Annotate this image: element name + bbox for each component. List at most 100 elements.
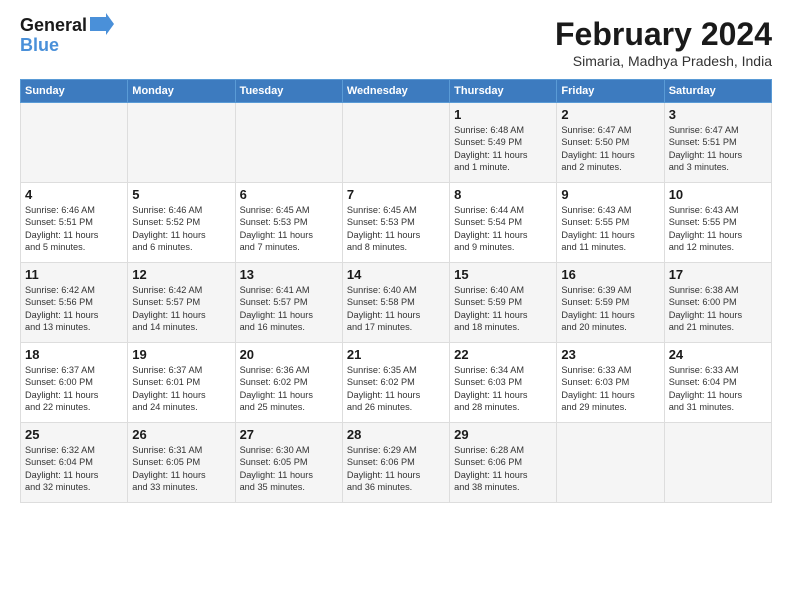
day-cell: 4 Sunrise: 6:46 AM Sunset: 5:51 PM Daylig… xyxy=(21,183,128,263)
day-cell: 20 Sunrise: 6:36 AM Sunset: 6:02 PM Dayli… xyxy=(235,343,342,423)
day-cell: 18 Sunrise: 6:37 AM Sunset: 6:00 PM Dayli… xyxy=(21,343,128,423)
day-info: Sunrise: 6:37 AM Sunset: 6:00 PM Dayligh… xyxy=(25,364,123,414)
day-number: 11 xyxy=(25,267,123,282)
day-info: Sunrise: 6:45 AM Sunset: 5:53 PM Dayligh… xyxy=(240,204,338,254)
logo-icon xyxy=(90,13,114,35)
day-cell: 9Sunrise: 6:43 AM Sunset: 5:55 PM Daylig… xyxy=(557,183,664,263)
day-info: Sunrise: 6:42 AM Sunset: 5:57 PM Dayligh… xyxy=(132,284,230,334)
day-cell xyxy=(235,103,342,183)
col-header-monday: Monday xyxy=(128,80,235,103)
day-info: Sunrise: 6:44 AM Sunset: 5:54 PM Dayligh… xyxy=(454,204,552,254)
day-info: Sunrise: 6:43 AM Sunset: 5:55 PM Dayligh… xyxy=(669,204,767,254)
day-info: Sunrise: 6:42 AM Sunset: 5:56 PM Dayligh… xyxy=(25,284,123,334)
day-cell: 7 Sunrise: 6:45 AM Sunset: 5:53 PM Daylig… xyxy=(342,183,449,263)
day-number: 8 xyxy=(454,187,552,202)
day-info: Sunrise: 6:47 AM Sunset: 5:51 PM Dayligh… xyxy=(669,124,767,174)
day-info: Sunrise: 6:40 AM Sunset: 5:58 PM Dayligh… xyxy=(347,284,445,334)
day-number: 16 xyxy=(561,267,659,282)
day-cell: 29 Sunrise: 6:28 AM Sunset: 6:06 PM Dayli… xyxy=(450,423,557,503)
day-info: Sunrise: 6:40 AM Sunset: 5:59 PM Dayligh… xyxy=(454,284,552,334)
day-number: 23 xyxy=(561,347,659,362)
day-number: 10 xyxy=(669,187,767,202)
week-row-1: 1 Sunrise: 6:48 AM Sunset: 5:49 PM Daylig… xyxy=(21,103,772,183)
day-info: Sunrise: 6:45 AM Sunset: 5:53 PM Dayligh… xyxy=(347,204,445,254)
day-number: 27 xyxy=(240,427,338,442)
day-cell: 28 Sunrise: 6:29 AM Sunset: 6:06 PM Dayli… xyxy=(342,423,449,503)
day-cell: 16 Sunrise: 6:39 AM Sunset: 5:59 PM Dayli… xyxy=(557,263,664,343)
day-info: Sunrise: 6:47 AM Sunset: 5:50 PM Dayligh… xyxy=(561,124,659,174)
calendar-table: SundayMondayTuesdayWednesdayThursdayFrid… xyxy=(20,79,772,503)
day-info: Sunrise: 6:39 AM Sunset: 5:59 PM Dayligh… xyxy=(561,284,659,334)
day-number: 13 xyxy=(240,267,338,282)
day-number: 15 xyxy=(454,267,552,282)
day-cell xyxy=(342,103,449,183)
logo-general: General xyxy=(20,15,87,35)
day-cell: 24Sunrise: 6:33 AM Sunset: 6:04 PM Dayli… xyxy=(664,343,771,423)
day-cell xyxy=(128,103,235,183)
day-cell: 1 Sunrise: 6:48 AM Sunset: 5:49 PM Daylig… xyxy=(450,103,557,183)
day-info: Sunrise: 6:35 AM Sunset: 6:02 PM Dayligh… xyxy=(347,364,445,414)
day-cell: 23 Sunrise: 6:33 AM Sunset: 6:03 PM Dayli… xyxy=(557,343,664,423)
month-title: February 2024 xyxy=(555,16,772,53)
col-header-saturday: Saturday xyxy=(664,80,771,103)
day-info: Sunrise: 6:46 AM Sunset: 5:51 PM Dayligh… xyxy=(25,204,123,254)
col-header-friday: Friday xyxy=(557,80,664,103)
day-cell: 22 Sunrise: 6:34 AM Sunset: 6:03 PM Dayli… xyxy=(450,343,557,423)
day-cell: 17 Sunrise: 6:38 AM Sunset: 6:00 PM Dayli… xyxy=(664,263,771,343)
day-cell: 11 Sunrise: 6:42 AM Sunset: 5:56 PM Dayli… xyxy=(21,263,128,343)
day-info: Sunrise: 6:36 AM Sunset: 6:02 PM Dayligh… xyxy=(240,364,338,414)
logo: General Blue xyxy=(20,16,114,54)
day-number: 19 xyxy=(132,347,230,362)
day-info: Sunrise: 6:34 AM Sunset: 6:03 PM Dayligh… xyxy=(454,364,552,414)
day-number: 20 xyxy=(240,347,338,362)
col-header-tuesday: Tuesday xyxy=(235,80,342,103)
title-block: February 2024 Simaria, Madhya Pradesh, I… xyxy=(555,16,772,69)
day-cell xyxy=(21,103,128,183)
day-number: 3 xyxy=(669,107,767,122)
day-info: Sunrise: 6:37 AM Sunset: 6:01 PM Dayligh… xyxy=(132,364,230,414)
day-number: 4 xyxy=(25,187,123,202)
day-cell: 15 Sunrise: 6:40 AM Sunset: 5:59 PM Dayli… xyxy=(450,263,557,343)
day-number: 9 xyxy=(561,187,659,202)
day-cell: 6 Sunrise: 6:45 AM Sunset: 5:53 PM Daylig… xyxy=(235,183,342,263)
day-info: Sunrise: 6:48 AM Sunset: 5:49 PM Dayligh… xyxy=(454,124,552,174)
day-info: Sunrise: 6:31 AM Sunset: 6:05 PM Dayligh… xyxy=(132,444,230,494)
day-number: 7 xyxy=(347,187,445,202)
day-cell xyxy=(557,423,664,503)
day-info: Sunrise: 6:33 AM Sunset: 6:03 PM Dayligh… xyxy=(561,364,659,414)
day-number: 1 xyxy=(454,107,552,122)
week-row-4: 18 Sunrise: 6:37 AM Sunset: 6:00 PM Dayli… xyxy=(21,343,772,423)
day-cell: 26Sunrise: 6:31 AM Sunset: 6:05 PM Dayli… xyxy=(128,423,235,503)
day-cell: 10 Sunrise: 6:43 AM Sunset: 5:55 PM Dayli… xyxy=(664,183,771,263)
day-cell: 19 Sunrise: 6:37 AM Sunset: 6:01 PM Dayli… xyxy=(128,343,235,423)
logo-blue: Blue xyxy=(20,36,114,54)
day-number: 6 xyxy=(240,187,338,202)
day-number: 28 xyxy=(347,427,445,442)
calendar-header-row: SundayMondayTuesdayWednesdayThursdayFrid… xyxy=(21,80,772,103)
day-number: 22 xyxy=(454,347,552,362)
day-info: Sunrise: 6:29 AM Sunset: 6:06 PM Dayligh… xyxy=(347,444,445,494)
day-number: 2 xyxy=(561,107,659,122)
day-number: 25 xyxy=(25,427,123,442)
day-number: 14 xyxy=(347,267,445,282)
col-header-thursday: Thursday xyxy=(450,80,557,103)
day-cell: 5Sunrise: 6:46 AM Sunset: 5:52 PM Daylig… xyxy=(128,183,235,263)
day-cell: 12 Sunrise: 6:42 AM Sunset: 5:57 PM Dayli… xyxy=(128,263,235,343)
day-cell: 2 Sunrise: 6:47 AM Sunset: 5:50 PM Daylig… xyxy=(557,103,664,183)
day-number: 12 xyxy=(132,267,230,282)
day-info: Sunrise: 6:33 AM Sunset: 6:04 PM Dayligh… xyxy=(669,364,767,414)
day-cell: 27 Sunrise: 6:30 AM Sunset: 6:05 PM Dayli… xyxy=(235,423,342,503)
day-info: Sunrise: 6:32 AM Sunset: 6:04 PM Dayligh… xyxy=(25,444,123,494)
day-number: 18 xyxy=(25,347,123,362)
day-number: 29 xyxy=(454,427,552,442)
location: Simaria, Madhya Pradesh, India xyxy=(555,53,772,69)
page: General Blue February 2024 Simaria, Madh… xyxy=(0,0,792,612)
day-cell xyxy=(664,423,771,503)
day-info: Sunrise: 6:38 AM Sunset: 6:00 PM Dayligh… xyxy=(669,284,767,334)
day-info: Sunrise: 6:28 AM Sunset: 6:06 PM Dayligh… xyxy=(454,444,552,494)
day-info: Sunrise: 6:46 AM Sunset: 5:52 PM Dayligh… xyxy=(132,204,230,254)
col-header-sunday: Sunday xyxy=(21,80,128,103)
day-info: Sunrise: 6:30 AM Sunset: 6:05 PM Dayligh… xyxy=(240,444,338,494)
day-cell: 21Sunrise: 6:35 AM Sunset: 6:02 PM Dayli… xyxy=(342,343,449,423)
day-number: 17 xyxy=(669,267,767,282)
